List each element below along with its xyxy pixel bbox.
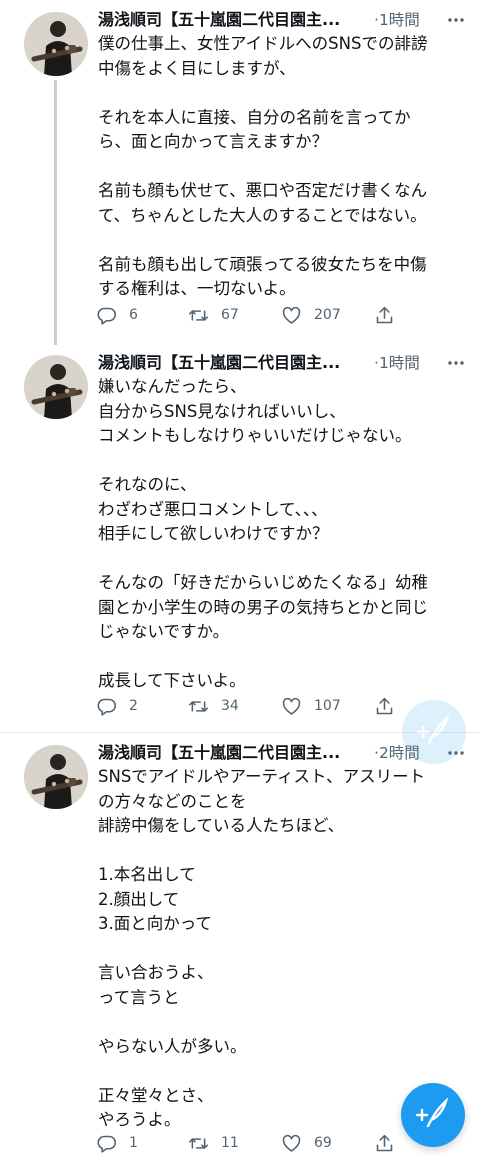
- likes-count: 207: [314, 307, 341, 323]
- tweet-text: 嫌いなんだったら、 自分からSNS見なければいいし、 コメントもしなけりゃいいだ…: [98, 375, 470, 694]
- tweet-paragraph: SNSでアイドルやアーティスト、アスリート の方々などのことを 誹謗中傷をしてい…: [98, 767, 426, 835]
- avatar[interactable]: [24, 355, 88, 419]
- tweet-paragraph: そんなの「好きだからいじめたくなる」幼稚 園とか小学生の時の男子の気持ちとかと同…: [98, 573, 428, 641]
- share-button[interactable]: [374, 302, 395, 328]
- tweet-paragraph: 言い合おうよ、 って言うと: [98, 963, 214, 1007]
- tweet-text: 僕の仕事上、女性アイドルへのSNSでの誹謗 中傷をよく目にしますが、 それを本人…: [98, 32, 470, 302]
- retweets-count: 11: [221, 1135, 239, 1151]
- avatar[interactable]: [24, 745, 88, 809]
- retweets-button[interactable]: 67: [188, 302, 239, 328]
- likes-button[interactable]: 107: [281, 693, 341, 719]
- tweet-paragraph: 名前も顔も伏せて、悪口や否定だけ書くなん て、ちゃんとした大人のすることではない…: [98, 181, 428, 225]
- tweet-2[interactable]: 湯浅順司【五十嵐園二代目園主... ·1時間 嫌いなんだったら、 自分からSNS…: [0, 345, 480, 732]
- avatar[interactable]: [24, 12, 88, 76]
- replies-count: 6: [129, 307, 138, 323]
- more-options-icon[interactable]: [446, 10, 466, 30]
- display-name[interactable]: 湯浅順司【五十嵐園二代目園主...: [98, 741, 360, 765]
- retweets-button[interactable]: 11: [188, 1130, 239, 1156]
- retweets-count: 67: [221, 307, 239, 323]
- share-icon: [374, 1133, 395, 1154]
- reply-icon: [96, 696, 117, 717]
- share-icon: [374, 305, 395, 326]
- compose-button[interactable]: [401, 1083, 465, 1147]
- retweet-icon: [188, 1133, 209, 1154]
- tweet-paragraph: それなのに、 わざわざ悪口コメントして、、、 相手にして欲しいわけですか？: [98, 475, 329, 543]
- share-icon: [374, 696, 395, 717]
- reply-icon: [96, 1133, 117, 1154]
- compose-icon: [416, 713, 451, 751]
- likes-button[interactable]: 69: [281, 1130, 332, 1156]
- display-name[interactable]: 湯浅順司【五十嵐園二代目園主...: [98, 351, 360, 375]
- likes-count: 69: [314, 1135, 332, 1151]
- replies-button[interactable]: 2: [96, 693, 138, 719]
- tweet-paragraph: 1.本名出して 2.顔出して 3.面と向かって: [98, 865, 212, 933]
- compose-icon: [415, 1096, 450, 1134]
- tweet-paragraph: 嫌いなんだったら、 自分からSNS見なければいいし、 コメントもしなけりゃいいだ…: [98, 377, 412, 445]
- reply-icon: [96, 305, 117, 326]
- tweet-paragraph: 僕の仕事上、女性アイドルへのSNSでの誹謗 中傷をよく目にしますが、: [98, 34, 428, 78]
- tweet-header: 湯浅順司【五十嵐園二代目園主... ·1時間: [98, 351, 466, 375]
- likes-count: 107: [314, 698, 341, 714]
- heart-icon: [281, 305, 302, 326]
- replies-count: 2: [129, 698, 138, 714]
- tweet-header: 湯浅順司【五十嵐園二代目園主... ·1時間: [98, 8, 466, 32]
- retweet-icon: [188, 305, 209, 326]
- replies-count: 1: [129, 1135, 138, 1151]
- more-options-icon[interactable]: [446, 353, 466, 373]
- thread-line: [54, 80, 57, 345]
- tweet-paragraph: 成長して下さいよ。: [98, 671, 246, 690]
- share-button[interactable]: [374, 1130, 395, 1156]
- retweet-icon: [188, 696, 209, 717]
- heart-icon: [281, 696, 302, 717]
- heart-icon: [281, 1133, 302, 1154]
- retweets-count: 34: [221, 698, 239, 714]
- tweet-paragraph: やらない人が多い。: [98, 1036, 247, 1056]
- timestamp-value[interactable]: 1時間: [379, 11, 420, 29]
- tweet-1[interactable]: 湯浅順司【五十嵐園二代目園主... ·1時間 僕の仕事上、女性アイドルへのSNS…: [0, 0, 480, 345]
- retweets-button[interactable]: 34: [188, 693, 239, 719]
- replies-button[interactable]: 1: [96, 1130, 138, 1156]
- tweet-actions: 6 67 207: [96, 302, 476, 328]
- share-button[interactable]: [374, 693, 395, 719]
- tweet-paragraph: それを本人に直接、自分の名前を言ってか ら、面と向かって言えますか？: [98, 107, 411, 152]
- tweet-text: SNSでアイドルやアーティスト、アスリート の方々などのことを 誹謗中傷をしてい…: [98, 765, 470, 1133]
- replies-button[interactable]: 6: [96, 302, 138, 328]
- likes-button[interactable]: 207: [281, 302, 341, 328]
- display-name[interactable]: 湯浅順司【五十嵐園二代目園主...: [98, 8, 360, 32]
- timestamp-value[interactable]: 1時間: [379, 354, 420, 372]
- tweet-paragraph: 名前も顔も出して頑張ってる彼女たちを中傷 する権利は、一切ないよ。: [98, 254, 427, 299]
- compose-button-ghost: [402, 700, 466, 764]
